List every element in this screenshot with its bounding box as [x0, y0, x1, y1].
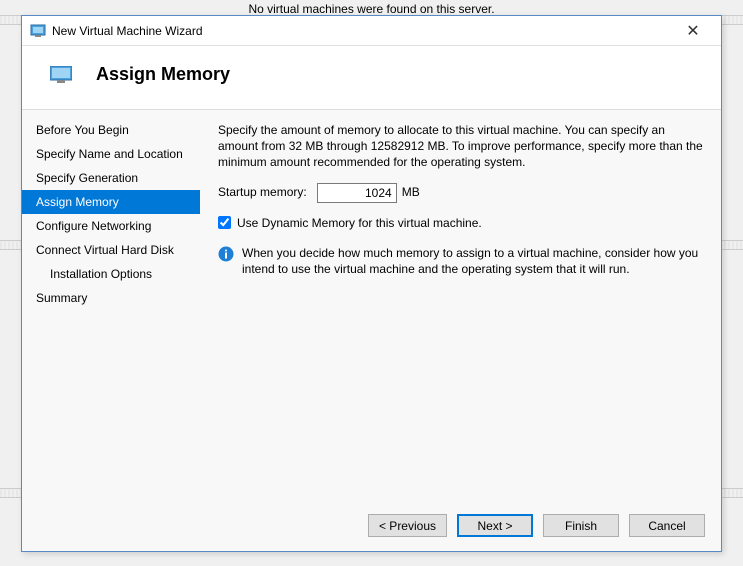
description-text: Specify the amount of memory to allocate… — [218, 122, 703, 171]
startup-memory-label: Startup memory: — [218, 184, 307, 200]
wizard-header: Assign Memory — [22, 46, 721, 109]
wizard-footer: < Previous Next > Finish Cancel — [22, 502, 721, 551]
nav-step[interactable]: Summary — [22, 286, 200, 310]
background-no-vm-text: No virtual machines were found on this s… — [0, 0, 743, 16]
previous-button[interactable]: < Previous — [368, 514, 447, 537]
nav-step[interactable]: Before You Begin — [22, 118, 200, 142]
info-icon — [218, 246, 234, 262]
info-text: When you decide how much memory to assig… — [242, 245, 703, 277]
info-row: When you decide how much memory to assig… — [218, 245, 703, 277]
nav-step[interactable]: Connect Virtual Hard Disk — [22, 238, 200, 262]
titlebar: New Virtual Machine Wizard ✕ — [22, 16, 721, 46]
wizard-window: New Virtual Machine Wizard ✕ Assign Memo… — [21, 15, 722, 552]
nav-step[interactable]: Specify Generation — [22, 166, 200, 190]
startup-memory-input[interactable] — [317, 183, 397, 203]
nav-step[interactable]: Installation Options — [22, 262, 200, 286]
startup-memory-unit: MB — [402, 184, 420, 200]
dynamic-memory-row: Use Dynamic Memory for this virtual mach… — [218, 215, 703, 231]
finish-button[interactable]: Finish — [543, 514, 619, 537]
startup-memory-row: Startup memory: MB — [218, 183, 703, 203]
wizard-body: Before You BeginSpecify Name and Locatio… — [22, 109, 721, 502]
nav-step[interactable]: Specify Name and Location — [22, 142, 200, 166]
dynamic-memory-checkbox[interactable] — [218, 216, 231, 229]
wizard-nav: Before You BeginSpecify Name and Locatio… — [22, 110, 200, 502]
vm-wizard-icon — [30, 23, 46, 39]
cancel-button[interactable]: Cancel — [629, 514, 705, 537]
close-button[interactable]: ✕ — [673, 21, 713, 41]
wizard-content: Specify the amount of memory to allocate… — [200, 110, 721, 502]
window-title: New Virtual Machine Wizard — [52, 24, 673, 38]
dynamic-memory-label[interactable]: Use Dynamic Memory for this virtual mach… — [237, 215, 482, 231]
nav-step[interactable]: Configure Networking — [22, 214, 200, 238]
page-title: Assign Memory — [96, 64, 230, 85]
monitor-icon — [50, 66, 72, 84]
nav-step[interactable]: Assign Memory — [22, 190, 200, 214]
next-button[interactable]: Next > — [457, 514, 533, 537]
